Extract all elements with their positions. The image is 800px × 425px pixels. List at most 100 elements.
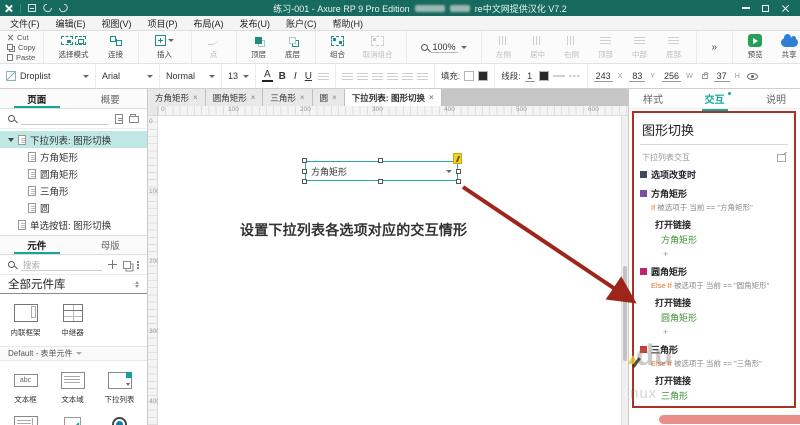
visibility-eye-icon[interactable] [747,73,758,80]
x-position-input[interactable]: 243 [594,71,613,82]
add-library-icon[interactable] [108,260,117,269]
height-input[interactable]: 37 [714,71,730,82]
menu-project[interactable]: 项目(P) [148,17,178,30]
zoom-control[interactable]: 100% [421,42,467,53]
text-color-button[interactable]: A [262,70,273,82]
widget-text-area[interactable]: 文本域 [49,365,96,409]
more-options-icon[interactable] [137,261,139,263]
menu-file[interactable]: 文件(F) [10,17,40,30]
droplist-widget[interactable]: 方角矩形 [305,161,458,181]
tree-item-droplist-page[interactable]: 下拉列表: 图形切换 [0,131,147,148]
library-filter-select[interactable]: 全部元件库 [0,275,147,294]
share-button[interactable]: 共享 [774,34,800,60]
interaction-case[interactable]: 圆角矩形 Else If 被选项于 当前 == "圆角矩形" 打开链接 圆角矩形… [640,265,788,337]
action-target-link[interactable]: 三角形 [640,389,788,402]
font-size-select[interactable]: 13 [228,71,238,81]
widget-inline-frame[interactable]: 内联框架 [2,298,49,342]
font-family-select[interactable]: Arial [102,71,120,81]
undo-icon[interactable] [41,2,53,14]
add-action-button[interactable]: + [640,327,788,337]
copy-button[interactable]: Copy [7,43,36,52]
tab-close-icon[interactable]: × [429,93,434,102]
tab-interaction[interactable]: 交互 [705,91,725,106]
close-icon[interactable] [781,4,790,13]
redo-icon[interactable] [57,2,69,14]
tab-close-icon[interactable]: × [251,93,256,102]
add-folder-icon[interactable] [129,116,139,123]
tab-close-icon[interactable]: × [300,93,305,102]
menu-edit[interactable]: 编辑(E) [56,17,86,30]
widget-droplist[interactable]: 下拉列表 [96,365,143,409]
line-width-input[interactable]: 1 [525,71,535,82]
tab-close-icon[interactable]: × [193,93,198,102]
widget-style-select[interactable]: Droplist [20,71,51,81]
expand-caret-icon[interactable] [8,138,14,142]
resize-handle[interactable] [302,179,307,184]
resize-handle[interactable] [302,158,307,163]
scrollbar-thumb[interactable] [623,266,627,361]
insert-button[interactable]: 插入 [146,34,184,60]
widget-name-input[interactable]: 图形切换 [640,118,788,145]
widget-list-box[interactable]: 列表框 [2,409,49,425]
interaction-badge-icon[interactable] [453,153,462,164]
widget-text-field[interactable]: abc 文本框 [2,365,49,409]
tab-masters[interactable]: 母版 [74,236,148,254]
add-action-button[interactable]: + [640,405,788,408]
tree-item-triangle[interactable]: 三角形 [0,182,147,199]
line-color-swatch[interactable] [539,71,549,81]
action-target-link[interactable]: 圆角矩形 [640,311,788,324]
tab-outline[interactable]: 概要 [74,89,148,108]
tree-item-radio-page[interactable]: 单选按钮: 图形切换 [0,216,147,233]
action-target-link[interactable]: 方角矩形 [640,233,788,246]
add-page-icon[interactable] [115,114,123,124]
save-icon[interactable] [28,4,36,12]
italic-button[interactable]: I [292,71,299,82]
lock-ratio-icon[interactable] [702,74,708,79]
canvas-tab-square-rect[interactable]: 方角矩形× [148,89,206,106]
canvas-tab-rounded-rect[interactable]: 圆角矩形× [206,89,264,106]
widget-search-input[interactable]: 搜索 [21,259,102,271]
tab-pages[interactable]: 页面 [0,89,74,108]
resize-handle[interactable] [456,179,461,184]
canvas-tab-circle[interactable]: 圆× [313,89,345,106]
underline-button[interactable]: U [303,71,314,82]
canvas-vertical-scrollbar[interactable] [621,116,628,425]
paste-button[interactable]: Paste [7,53,36,62]
bring-front-button[interactable]: 顶层 [244,34,274,60]
tree-item-square-rect[interactable]: 方角矩形 [0,148,147,165]
cut-button[interactable]: Cut [7,33,36,42]
widget-checkbox[interactable]: 复选框 [49,409,96,425]
tree-item-rounded-rect[interactable]: 圆角矩形 [0,165,147,182]
border-color-swatch[interactable] [478,71,488,81]
tree-item-circle[interactable]: 圆 [0,199,147,216]
fill-color-swatch[interactable] [464,71,474,81]
group-button[interactable]: 组合 [323,34,353,60]
width-input[interactable]: 256 [662,71,681,82]
menu-view[interactable]: 视图(V) [102,17,132,30]
canvas-tab-triangle[interactable]: 三角形× [263,89,312,106]
menu-help[interactable]: 帮助(H) [333,17,364,30]
bold-button[interactable]: B [277,71,288,82]
interaction-case[interactable]: 方角矩形 If 被选项于 当前 == "方角矩形" 打开链接 方角矩形 + [640,187,788,259]
canvas-tab-droplist-active[interactable]: 下拉列表: 图形切换× [345,89,442,106]
interaction-case[interactable]: 三角形 Else If 被选项于 当前 == "三角形" 打开链接 三角形 + [640,343,788,408]
tab-notes[interactable]: 说明 [766,91,786,106]
minimize-icon[interactable] [742,7,750,9]
send-back-button[interactable]: 底层 [278,34,308,60]
widget-repeater[interactable]: 中继器 [49,298,96,342]
form-widgets-section-header[interactable]: Default - 表单元件 [0,346,147,361]
tab-style[interactable]: 样式 [643,91,663,106]
event-row[interactable]: 选项改变时 [640,168,788,181]
action-label[interactable]: 打开链接 [640,374,788,387]
connect-button[interactable]: 连接 [101,34,131,60]
resize-handle[interactable] [302,169,307,174]
tab-widgets[interactable]: 元件 [0,236,74,254]
resize-handle[interactable] [378,179,383,184]
select-mode-button[interactable]: 选择模式 [51,34,97,60]
action-label[interactable]: 打开链接 [640,296,788,309]
maximize-icon[interactable] [762,5,769,12]
new-interaction-icon[interactable] [777,154,786,162]
widget-radio-button[interactable]: 单选按钮 [96,409,143,425]
canvas-body[interactable]: 方角矩形 设置下拉列表各选项对应的交互情形 [158,116,628,425]
preview-button[interactable]: 预览 [740,34,770,60]
